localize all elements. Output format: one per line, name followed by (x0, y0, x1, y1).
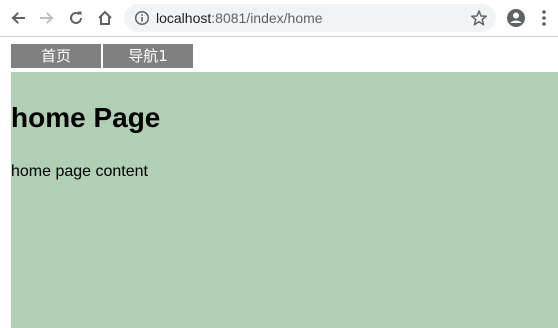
back-arrow-icon (11, 12, 25, 24)
forward-arrow-icon (40, 12, 54, 24)
back-button[interactable] (6, 6, 30, 30)
nav-menu: 首页 导航1 (11, 44, 193, 68)
nav-item-home[interactable]: 首页 (11, 44, 101, 68)
kebab-menu-icon[interactable] (538, 8, 550, 28)
reload-icon (70, 11, 82, 24)
page-title: home Page (11, 102, 161, 133)
page-viewport: 首页 导航1 home Page home page content (0, 37, 558, 328)
content-area: home Page home page content (11, 72, 558, 328)
url-host: localhost (156, 10, 212, 26)
address-bar[interactable]: localhost:8081/index/home (124, 4, 496, 32)
browser-window: localhost:8081/index/home 首页 导航1 home Pa… (0, 0, 558, 328)
browser-toolbar: localhost:8081/index/home (0, 0, 558, 37)
page-content-text: home page content (11, 163, 148, 180)
star-icon[interactable] (470, 9, 488, 27)
forward-button[interactable] (35, 6, 59, 30)
url-text[interactable]: localhost:8081/index/home (156, 9, 323, 27)
home-button[interactable] (93, 6, 117, 30)
reload-button[interactable] (64, 6, 88, 30)
info-icon[interactable] (134, 10, 150, 26)
nav-item-nav1[interactable]: 导航1 (103, 44, 193, 68)
home-icon (98, 10, 112, 25)
profile-icon[interactable] (506, 8, 526, 28)
url-path: :8081/index/home (211, 10, 323, 26)
